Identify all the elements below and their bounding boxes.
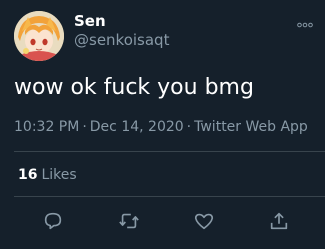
divider	[14, 151, 325, 152]
retweet-button[interactable]	[118, 210, 142, 234]
tweet-time[interactable]: 10:32 PM	[14, 119, 79, 135]
heart-icon	[194, 213, 214, 230]
retweet-icon	[119, 213, 139, 229]
tweet-metadata: 10:32 PM · Dec 14, 2020 · Twitter Web App	[14, 118, 308, 136]
tweet-date[interactable]: Dec 14, 2020	[90, 119, 184, 135]
share-button[interactable]	[268, 210, 292, 234]
meta-separator: ·	[186, 119, 192, 135]
reply-button[interactable]	[42, 210, 66, 234]
divider	[14, 196, 325, 197]
tweet-text: wow ok fuck you bmg	[14, 75, 254, 100]
meta-separator: ·	[82, 119, 87, 135]
tweet-source[interactable]: Twitter Web App	[194, 119, 308, 135]
like-button[interactable]	[193, 210, 217, 234]
display-name[interactable]: Sen	[74, 12, 106, 30]
user-handle[interactable]: @senkoisaqt	[74, 31, 169, 49]
reply-icon	[44, 212, 62, 230]
likes-count: 16	[18, 167, 38, 183]
avatar[interactable]	[14, 11, 64, 61]
more-options-icon[interactable]	[297, 14, 313, 28]
likes-label: Likes	[41, 167, 77, 183]
share-icon	[270, 212, 288, 230]
likes-stat[interactable]: 16 Likes	[18, 166, 77, 184]
anime-avatar-icon	[14, 11, 64, 61]
